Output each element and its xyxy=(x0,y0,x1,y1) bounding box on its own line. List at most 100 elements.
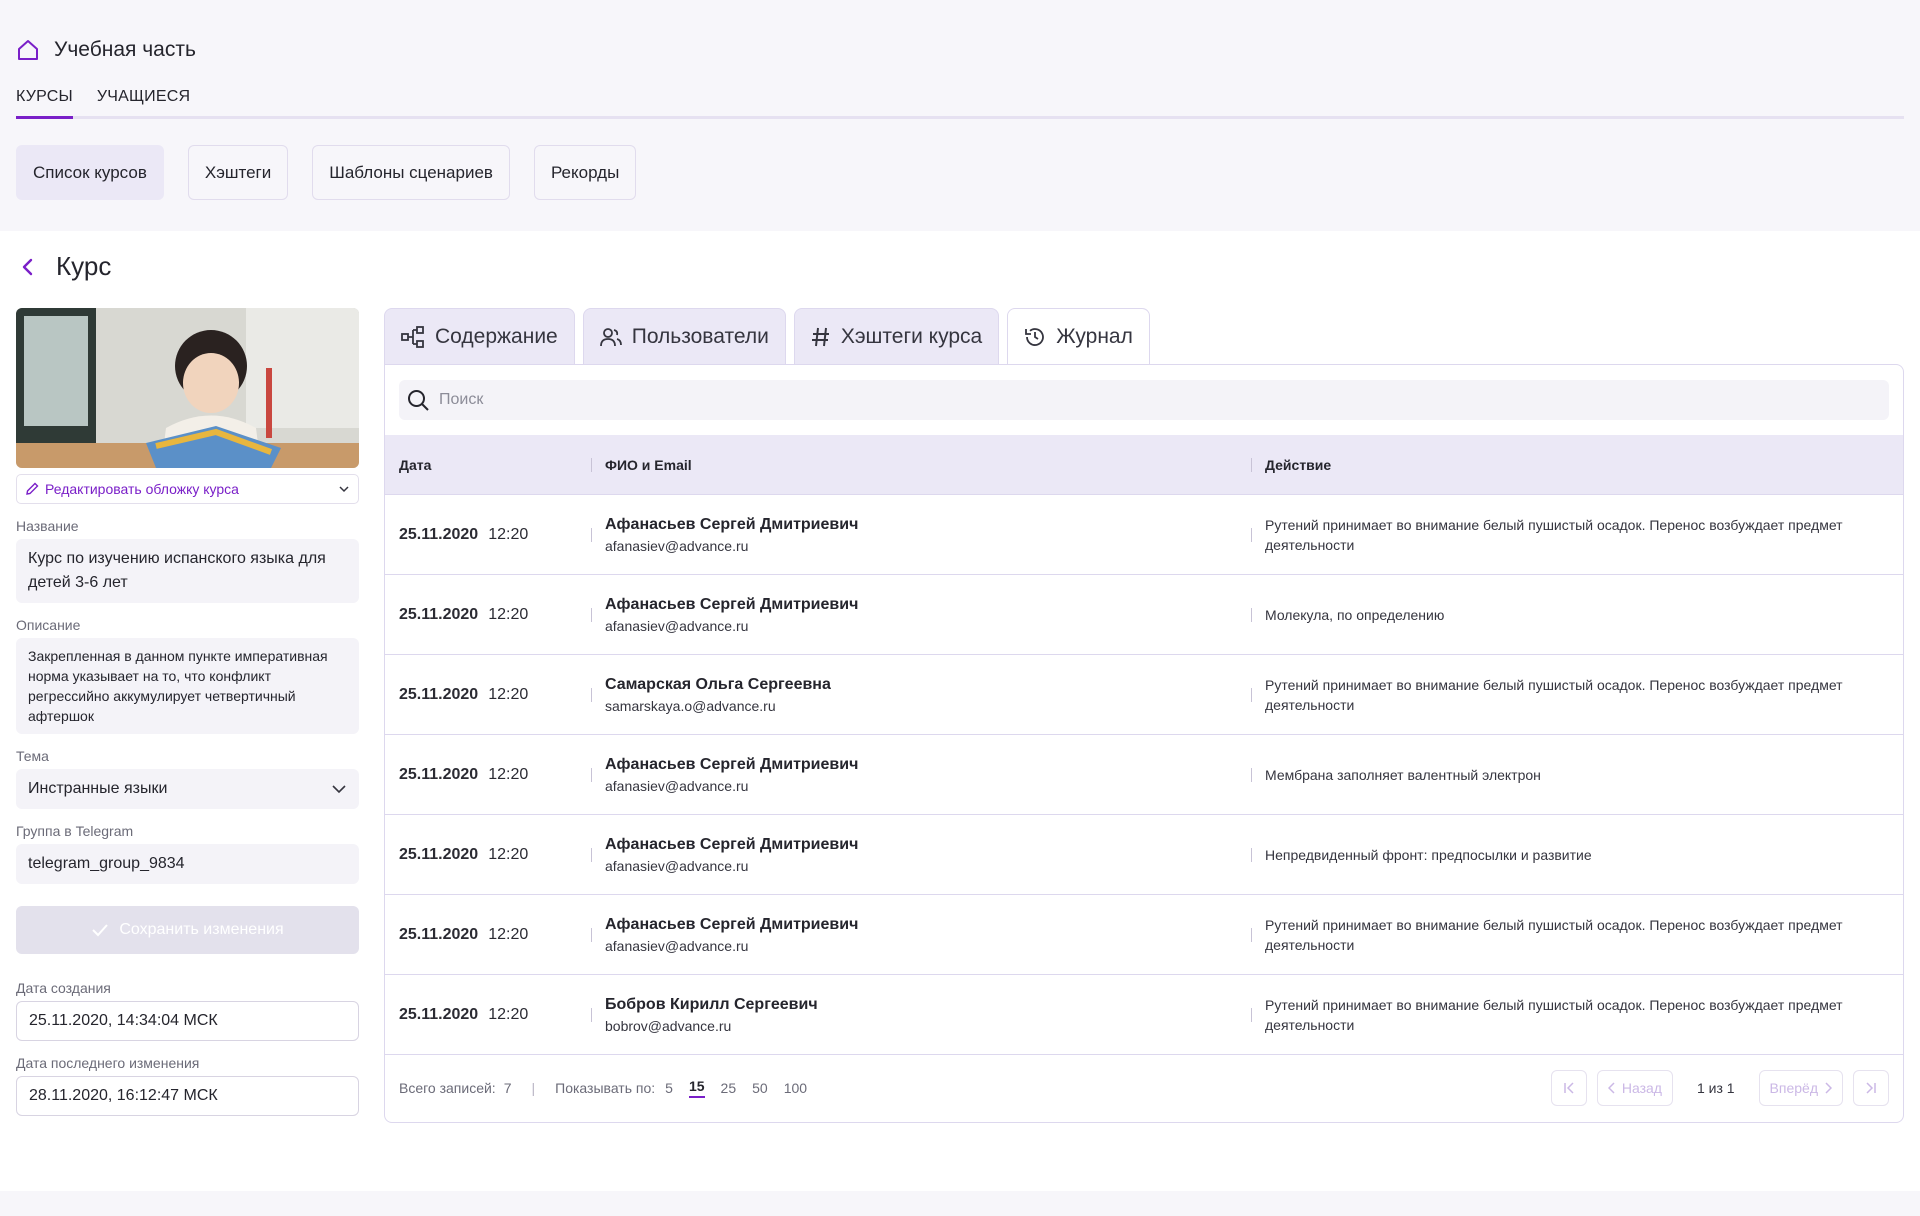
first-page-icon xyxy=(1564,1082,1574,1094)
row-user: Афанасьев Сергей Дмитриевич afanasiev@adv… xyxy=(605,495,858,575)
last-page-button[interactable] xyxy=(1853,1070,1889,1106)
table-row[interactable]: 25.11.2020 12:20 Афанасьев Сергей Дмитрие… xyxy=(385,895,1903,975)
date-value: 25.11.2020 xyxy=(399,926,479,943)
time-value: 12:20 xyxy=(488,926,529,943)
back-arrow-icon[interactable] xyxy=(20,257,34,277)
cover-illustration xyxy=(16,308,359,468)
chevron-down-icon xyxy=(332,785,346,794)
telegram-group-field[interactable]: telegram_group_9834 xyxy=(16,844,359,884)
course-detail-panel: Содержание Пользователи Хэштеги курса Жу… xyxy=(384,308,1904,1123)
row-action: Непредвиденный фронт: предпосылки и разв… xyxy=(1265,847,1592,863)
tab-content-label: Содержание xyxy=(435,325,558,348)
app-title-text: Учебная часть xyxy=(54,38,196,61)
date-value: 25.11.2020 xyxy=(399,526,479,543)
check-icon xyxy=(92,924,109,937)
home-icon[interactable] xyxy=(16,38,40,62)
page-size-option[interactable]: 5 xyxy=(665,1080,673,1096)
tab-users[interactable]: Пользователи xyxy=(582,308,786,365)
page-size-option[interactable]: 50 xyxy=(752,1080,768,1096)
col-separator xyxy=(591,528,592,542)
row-date: 25.11.2020 12:20 xyxy=(399,815,528,895)
table-row[interactable]: 25.11.2020 12:20 Самарская Ольга Сергеевн… xyxy=(385,655,1903,735)
page-size-option-selected[interactable]: 15 xyxy=(688,1078,705,1098)
row-user: Афанасьев Сергей Дмитриевич afanasiev@adv… xyxy=(605,815,858,895)
sub-nav-hashtags[interactable]: Хэштеги xyxy=(187,145,289,200)
chevron-left-icon xyxy=(1607,1082,1615,1094)
user-email: afanasiev@advance.ru xyxy=(605,778,749,794)
tab-content[interactable]: Содержание xyxy=(384,308,575,365)
sub-nav-records[interactable]: Рекорды xyxy=(533,145,637,200)
course-tabs: Содержание Пользователи Хэштеги курса Жу… xyxy=(384,308,1904,365)
user-email: afanasiev@advance.ru xyxy=(605,538,749,554)
created-label: Дата создания xyxy=(16,980,111,996)
time-value: 12:20 xyxy=(488,606,529,623)
topic-select[interactable]: Инстранные языки xyxy=(16,769,359,809)
pencil-icon xyxy=(26,482,39,495)
table-row[interactable]: 25.11.2020 12:20 Афанасьев Сергей Дмитрие… xyxy=(385,815,1903,895)
page-header: Курс xyxy=(20,251,111,282)
date-value: 25.11.2020 xyxy=(399,1006,479,1023)
next-label: Вперёд xyxy=(1769,1080,1818,1096)
date-value: 25.11.2020 xyxy=(399,766,479,783)
course-description-field[interactable]: Закрепленная в данном пункте императивна… xyxy=(16,638,359,734)
telegram-value: telegram_group_9834 xyxy=(28,855,185,872)
user-email: samarskaya.o@advance.ru xyxy=(605,698,776,714)
sub-nav-course-list[interactable]: Список курсов xyxy=(16,145,164,200)
journal-panel: Поиск Дата ФИО и Email Действие 25.11.20… xyxy=(384,364,1904,1123)
history-icon xyxy=(1025,328,1045,346)
user-name: Самарская Ольга Сергеевна xyxy=(605,676,831,693)
tab-course-hashtags[interactable]: Хэштеги курса xyxy=(793,308,1000,365)
date-value: 25.11.2020 xyxy=(399,606,479,623)
search-placeholder: Поиск xyxy=(439,391,484,408)
tab-journal[interactable]: Журнал xyxy=(1007,308,1150,365)
sub-nav-scenario-templates[interactable]: Шаблоны сценариев xyxy=(312,145,510,200)
main-content: Курс Редактировать обложку курса Названи… xyxy=(0,231,1920,1191)
col-date[interactable]: Дата xyxy=(399,435,431,495)
users-icon xyxy=(599,328,622,347)
col-separator xyxy=(591,608,592,622)
prev-label: Назад xyxy=(1621,1080,1662,1096)
table-body: 25.11.2020 12:20 Афанасьев Сергей Дмитрие… xyxy=(385,495,1903,1055)
time-value: 12:20 xyxy=(488,526,529,543)
col-action[interactable]: Действие xyxy=(1265,435,1331,495)
table-row[interactable]: 25.11.2020 12:20 Афанасьев Сергей Дмитрие… xyxy=(385,575,1903,655)
page-size-option[interactable]: 25 xyxy=(721,1080,737,1096)
table-row[interactable]: 25.11.2020 12:20 Афанасьев Сергей Дмитрие… xyxy=(385,735,1903,815)
table-row[interactable]: 25.11.2020 12:20 Афанасьев Сергей Дмитрие… xyxy=(385,495,1903,575)
edit-cover-dropdown[interactable]: Редактировать обложку курса xyxy=(16,474,359,504)
next-page-button[interactable]: Вперёд xyxy=(1758,1070,1843,1106)
main-tabs-divider xyxy=(16,116,1904,119)
hashtag-icon xyxy=(811,327,829,347)
tab-journal-label: Журнал xyxy=(1056,325,1133,348)
row-date: 25.11.2020 12:20 xyxy=(399,575,528,655)
prev-page-button[interactable]: Назад xyxy=(1596,1070,1673,1106)
topic-value: Инстранные языки xyxy=(28,780,168,797)
structure-icon xyxy=(401,326,424,348)
tab-users-label: Пользователи xyxy=(631,325,769,348)
save-button[interactable]: Сохранить изменения xyxy=(16,906,359,954)
col-name-email[interactable]: ФИО и Email xyxy=(605,435,692,495)
sub-nav: Список курсов Хэштеги Шаблоны сценариев … xyxy=(16,145,637,200)
time-value: 12:20 xyxy=(488,686,529,703)
page-size-label: Показывать по: xyxy=(555,1080,656,1096)
search-input[interactable]: Поиск xyxy=(399,380,1889,420)
time-value: 12:20 xyxy=(488,766,529,783)
user-name: Афанасьев Сергей Дмитриевич xyxy=(605,596,859,613)
course-name-field[interactable]: Курс по изучению испанского языка для де… xyxy=(16,539,359,603)
user-email: bobrov@advance.ru xyxy=(605,1018,732,1034)
row-action: Рутений принимает во внимание белый пуши… xyxy=(1265,517,1843,553)
col-separator xyxy=(1251,1008,1252,1022)
main-tab-courses[interactable]: КУРСЫ xyxy=(16,88,73,119)
row-user: Афанасьев Сергей Дмитриевич afanasiev@adv… xyxy=(605,895,858,975)
row-action: Рутений принимает во внимание белый пуши… xyxy=(1265,997,1843,1033)
page-size-option[interactable]: 100 xyxy=(784,1080,807,1096)
main-tab-students[interactable]: УЧАЩИЕСЯ xyxy=(97,88,190,119)
edit-cover-label: Редактировать обложку курса xyxy=(45,481,239,497)
first-page-button[interactable] xyxy=(1550,1070,1587,1106)
table-row[interactable]: 25.11.2020 12:20 Бобров Кирилл Сергеевич b… xyxy=(385,975,1903,1055)
row-user: Бобров Кирилл Сергеевич bobrov@advance.ru xyxy=(605,975,818,1055)
search-icon xyxy=(408,390,429,411)
user-name: Афанасьев Сергей Дмитриевич xyxy=(605,756,859,773)
row-action: Рутений принимает во внимание белый пуши… xyxy=(1265,677,1843,713)
user-email: afanasiev@advance.ru xyxy=(605,858,749,874)
